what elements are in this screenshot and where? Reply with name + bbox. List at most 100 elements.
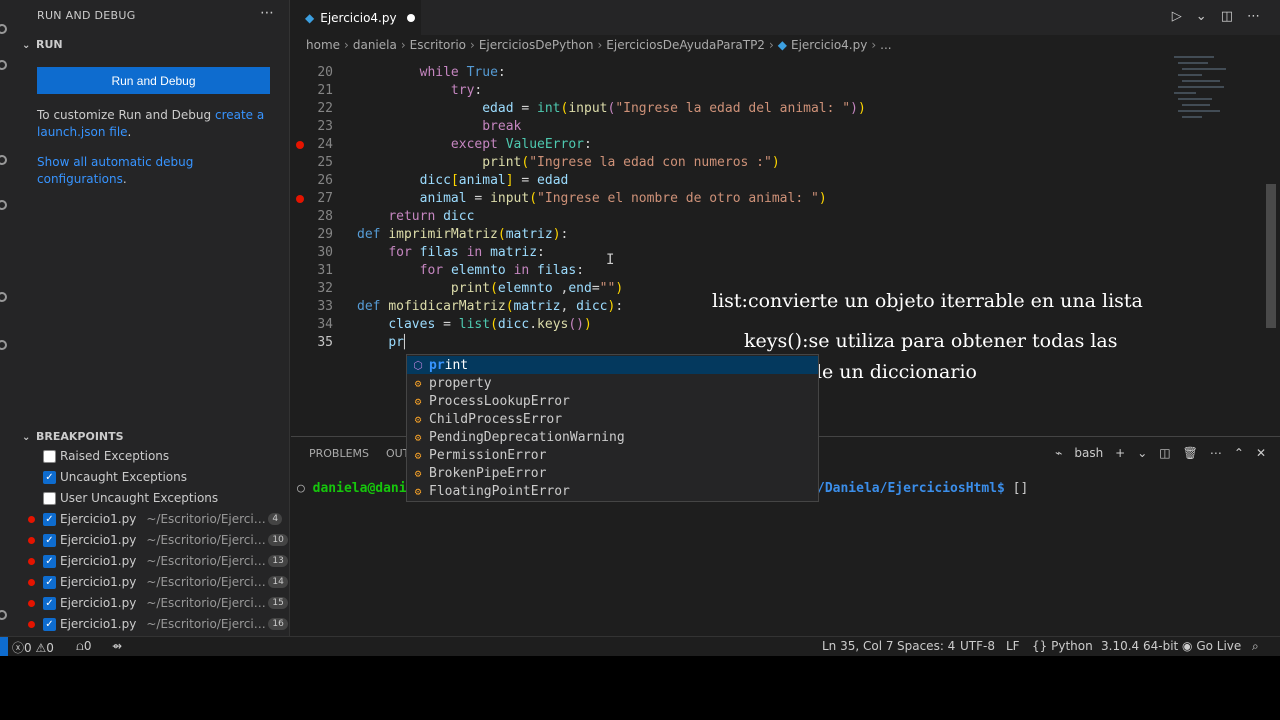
breakpoint-row[interactable]: ✓ Ejercicio1.py ~/Escritorio/Ejercic... … [28, 614, 288, 634]
breadcrumb-item[interactable]: ... [880, 38, 891, 52]
class-icon: ⚙ [414, 376, 422, 390]
explorer-icon[interactable] [0, 24, 7, 34]
go-live-button[interactable]: ◉ Go Live [1182, 639, 1241, 653]
suggestion-item[interactable]: ⚙ FloatingPointError [407, 482, 818, 500]
notifications-icon[interactable]: ⌕ [1252, 639, 1259, 654]
remote-indicator[interactable] [0, 637, 8, 656]
user-uncaught-exceptions-checkbox[interactable] [43, 491, 56, 505]
panel-actions: ⌁ bash + ⌄ ◫ 🗑 ⋯ ⌃ ✕ [1055, 446, 1266, 460]
suggestion-item[interactable]: ⚙ ChildProcessError [407, 410, 818, 428]
code-line[interactable]: 29 def imprimirMatriz(matriz): [291, 226, 1171, 244]
breakpoint-row[interactable]: ✓ Ejercicio1.py ~/Escritorio/Ejercic... … [28, 572, 288, 592]
indentation[interactable]: Spaces: 4 [897, 639, 955, 653]
suggestion-item[interactable]: ⚙ BrokenPipeError [407, 464, 818, 482]
editor-scrollbar[interactable] [1266, 184, 1276, 328]
editor-tabs-bar: ◆ Ejercicio4.py ▷ ⌄ ◫ ⋯ [291, 0, 1280, 35]
run-file-icon[interactable]: ▷ [1172, 9, 1182, 24]
account-icon[interactable] [0, 292, 7, 302]
uncaught-exceptions-checkbox[interactable]: ✓ [43, 470, 56, 484]
maximize-panel-icon[interactable]: ⌃ [1234, 446, 1244, 460]
breakpoint-icon [28, 515, 35, 523]
breakpoint-checkbox[interactable]: ✓ [43, 512, 56, 526]
suggestion-item[interactable]: ⚙ property [407, 374, 818, 392]
breakpoint-checkbox[interactable]: ✓ [43, 533, 56, 547]
suggestion-item[interactable]: ⚙ ProcessLookupError [407, 392, 818, 410]
more-actions-icon[interactable]: ⋯ [1210, 446, 1222, 460]
language-mode[interactable]: {} Python [1032, 639, 1093, 653]
cursor-position[interactable]: Ln 35, Col 7 [822, 639, 894, 653]
problems-status[interactable]: ⓧ0 ⚠0 [12, 639, 54, 656]
run-section-header[interactable]: ⌄ RUN [22, 38, 63, 51]
breadcrumb-item[interactable]: Escritorio [410, 38, 466, 52]
tab-ejercicio4[interactable]: ◆ Ejercicio4.py [291, 0, 421, 35]
code-line[interactable]: 30 for filas in matriz: [291, 244, 1171, 262]
minimap[interactable] [1172, 54, 1242, 124]
code-line[interactable]: 23 break [291, 118, 1171, 136]
exception-row[interactable]: Raised Exceptions [28, 446, 288, 466]
python-file-icon: ◆ [305, 10, 315, 25]
chevron-down-icon[interactable]: ⌄ [1196, 9, 1207, 24]
ellipsis-icon[interactable]: ⋯ [260, 5, 274, 21]
code-line[interactable]: 22 edad = int(input("Ingrese la edad del… [291, 100, 1171, 118]
code-line[interactable]: 27 animal = input("Ingrese el nombre de … [291, 190, 1171, 208]
activity-bar [0, 0, 8, 636]
breadcrumb-item[interactable]: home [306, 38, 340, 52]
terminal-prompt[interactable]: ○ daniela@danie [297, 481, 414, 496]
split-editor-icon[interactable]: ◫ [1221, 9, 1233, 24]
breadcrumb-item[interactable]: daniela [353, 38, 397, 52]
breakpoint-row[interactable]: ✓ Ejercicio1.py ~/Escritorio/Ejercici...… [28, 509, 288, 529]
search-icon[interactable] [0, 60, 7, 70]
more-actions-icon[interactable]: ⋯ [1247, 9, 1260, 24]
suggestion-item[interactable]: ⬡ print [407, 356, 818, 374]
error-icon: ⓧ [12, 641, 25, 655]
extensions-icon[interactable] [0, 200, 7, 210]
run-and-debug-button[interactable]: Run and Debug [37, 67, 270, 94]
autocomplete-dropdown[interactable]: ⬡ print ⚙ property ⚙ ProcessLookupError ⚙ Ch… [406, 354, 819, 502]
code-line[interactable]: 31 for elemnto in filas: [291, 262, 1171, 280]
exception-row[interactable]: ✓ Uncaught Exceptions [28, 467, 288, 487]
chevron-down-icon[interactable]: ⌄ [1137, 446, 1147, 460]
run-debug-icon[interactable] [0, 155, 7, 165]
breadcrumb-item[interactable]: Ejercicio4.py [791, 38, 867, 52]
exception-row[interactable]: User Uncaught Exceptions [28, 488, 288, 508]
trash-icon[interactable]: 🗑 [1183, 446, 1198, 460]
chevron-right-icon: › [597, 38, 603, 52]
suggestion-item[interactable]: ⚙ PendingDeprecationWarning [407, 428, 818, 446]
code-line[interactable]: 25 print("Ingrese la edad con numeros :"… [291, 154, 1171, 172]
raised-exceptions-checkbox[interactable] [43, 449, 56, 463]
encoding[interactable]: UTF-8 [960, 639, 995, 653]
new-terminal-icon[interactable]: + [1115, 446, 1125, 460]
breakpoint-checkbox[interactable]: ✓ [43, 575, 56, 589]
chevron-right-icon: › [871, 38, 877, 52]
close-icon[interactable]: ✕ [1256, 446, 1266, 460]
breakpoints-section-header[interactable]: ⌄ BREAKPOINTS [22, 430, 124, 443]
python-interpreter[interactable]: 3.10.4 64-bit [1101, 639, 1178, 653]
suggestion-item[interactable]: ⚙ PermissionError [407, 446, 818, 464]
braces-icon: {} [1032, 639, 1048, 653]
end-of-line[interactable]: LF [1006, 639, 1020, 653]
breakpoint-row[interactable]: ✓ Ejercicio1.py ~/Escritorio/Ejercic... … [28, 593, 288, 613]
accounts-badge-icon[interactable] [0, 610, 7, 620]
breakpoint-checkbox[interactable]: ✓ [43, 617, 56, 631]
ports-status[interactable]: ⩍0 [76, 639, 91, 654]
code-line[interactable]: 26 dicc[animal] = edad [291, 172, 1171, 190]
debug-launch-icon[interactable]: ⇴ [112, 639, 122, 653]
breadcrumb-item[interactable]: EjerciciosDePython [479, 38, 594, 52]
settings-icon[interactable] [0, 340, 7, 350]
code-line[interactable]: 20 while True: [291, 64, 1171, 82]
breakpoint-icon [28, 620, 35, 628]
breakpoint-checkbox[interactable]: ✓ [43, 596, 56, 610]
breakpoint-row[interactable]: ✓ Ejercicio1.py ~/Escritorio/Ejercic... … [28, 530, 288, 550]
terminal-shell-label[interactable]: bash [1074, 446, 1103, 460]
code-line[interactable]: 21 try: [291, 82, 1171, 100]
unsaved-dot-icon[interactable] [406, 13, 415, 22]
breakpoint-checkbox[interactable]: ✓ [43, 554, 56, 568]
code-line[interactable]: 28 return dicc [291, 208, 1171, 226]
split-terminal-icon[interactable]: ◫ [1159, 446, 1170, 460]
code-line[interactable]: 24 except ValueError: [291, 136, 1171, 154]
breadcrumb-item[interactable]: EjerciciosDeAyudaParaTP2 [606, 38, 765, 52]
breakpoint-row[interactable]: ✓ Ejercicio1.py ~/Escritorio/Ejercic... … [28, 551, 288, 571]
breakpoint-line-badge: 10 [268, 534, 288, 546]
tab-problems[interactable]: PROBLEMS [309, 447, 369, 460]
show-all-debug-configs-link[interactable]: Show all automatic debug configurations [37, 155, 193, 186]
